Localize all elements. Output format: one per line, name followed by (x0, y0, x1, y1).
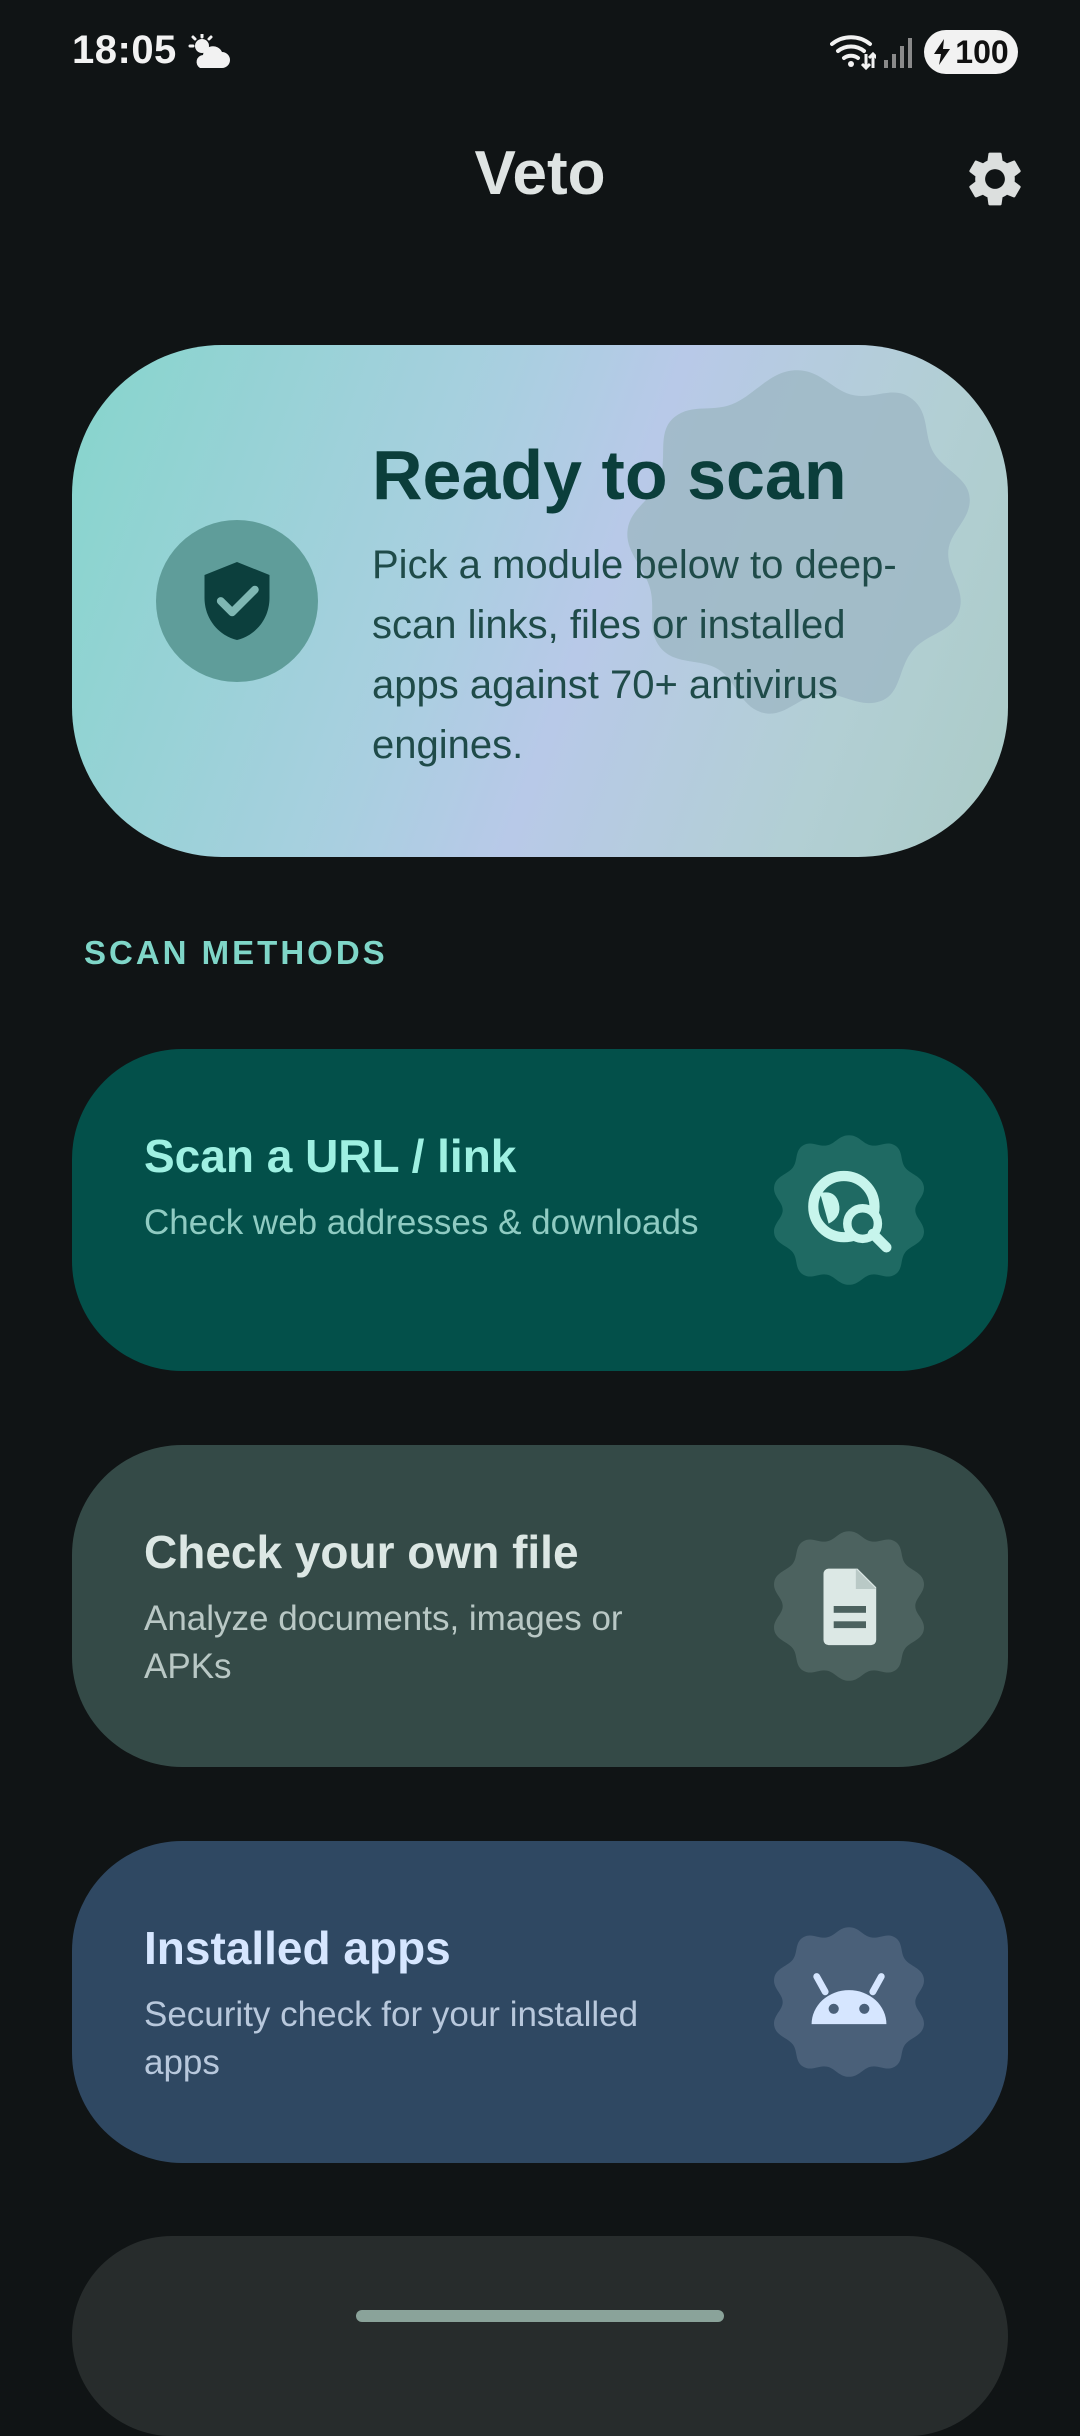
installed-apps-title: Installed apps (144, 1922, 451, 1974)
hero-shield-container (156, 520, 318, 682)
battery-indicator: 100 (924, 30, 1018, 74)
scan-url-subtitle: Check web addresses & downloads (144, 1203, 699, 1242)
scan-url-title: Scan a URL / link (144, 1130, 517, 1182)
installed-apps-subtitle: Security check for your installed apps (144, 1995, 639, 2082)
status-time: 18:05 (72, 28, 177, 72)
charging-bolt-icon (934, 39, 951, 65)
android-icon (774, 1927, 924, 2077)
check-file-card[interactable]: Check your own file Analyze documents, i… (72, 1445, 1008, 1767)
hero-title: Ready to scan (372, 436, 847, 514)
next-method-card-partial[interactable] (72, 2236, 1008, 2436)
check-file-title: Check your own file (144, 1526, 579, 1578)
hero-ready-card: Ready to scan Pick a module below to dee… (72, 345, 1008, 857)
gesture-navigation-bar[interactable] (356, 2310, 724, 2322)
battery-level: 100 (955, 33, 1009, 70)
wifi-icon (830, 35, 876, 71)
status-bar: 18:05 100 (0, 0, 1080, 100)
scan-url-card[interactable]: Scan a URL / link Check web addresses & … (72, 1049, 1008, 1371)
app-title: Veto (474, 139, 606, 208)
file-icon (774, 1531, 924, 1681)
shield-check-icon (204, 562, 270, 640)
installed-apps-card[interactable]: Installed apps Security check for your i… (72, 1841, 1008, 2163)
section-label-scan-methods: SCAN METHODS (84, 934, 388, 971)
cellular-signal-icon (884, 38, 912, 68)
settings-gear-icon[interactable] (962, 146, 1028, 212)
check-file-subtitle: Analyze documents, images or APKs (144, 1599, 623, 1686)
weather-icon (188, 34, 230, 68)
travel-explore-icon (774, 1135, 924, 1285)
hero-description: Pick a module below to deep-scan links, … (372, 543, 897, 767)
